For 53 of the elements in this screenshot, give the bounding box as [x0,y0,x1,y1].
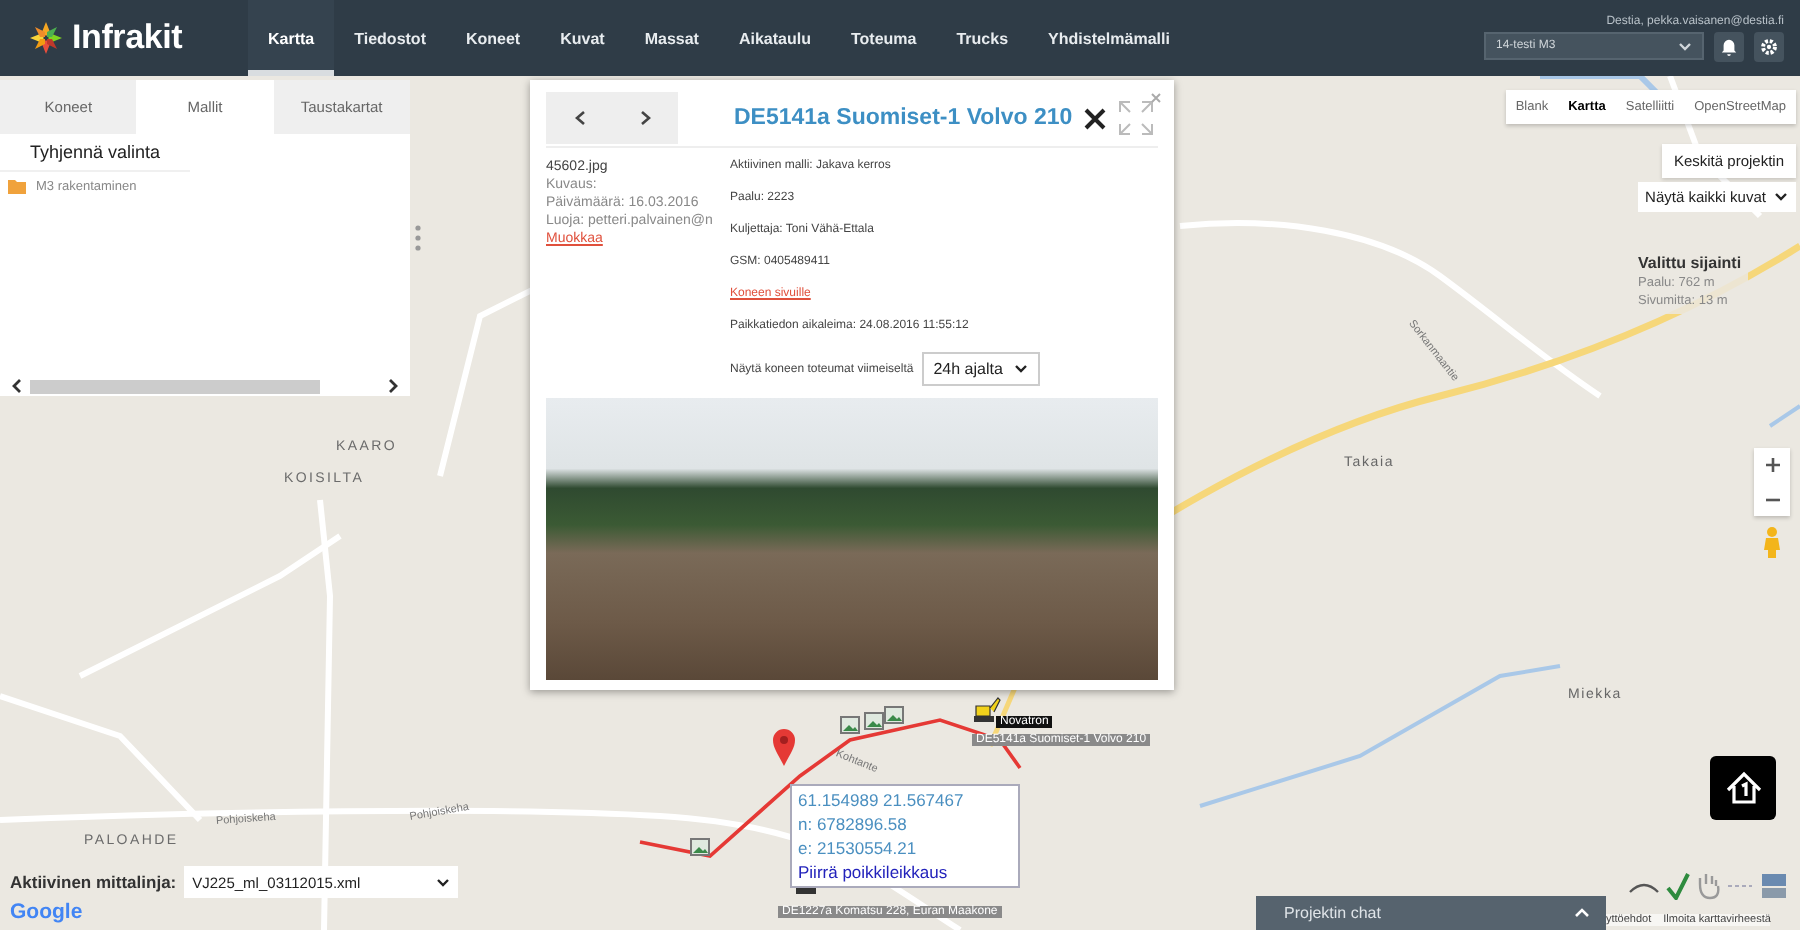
logo-icon [28,20,64,56]
drag-handle-icon[interactable] [414,224,422,252]
previous-icon[interactable] [573,110,585,126]
location-title: Valittu sijainti [1638,254,1742,272]
photo-marker-icon[interactable] [864,712,884,730]
chevron-up-icon[interactable] [1574,908,1590,918]
folder-icon [8,180,26,194]
app-logo: Infrakit [72,18,183,58]
plus-icon [1765,458,1779,472]
close-icon[interactable] [1084,107,1107,129]
caret-icon [1774,192,1788,202]
chat-title: Projektin chat [1284,904,1381,922]
excavator-icon[interactable] [970,692,1002,724]
caret-icon [436,877,451,887]
nav-tab[interactable]: Tiedostot [334,0,446,76]
layers-icon[interactable] [1760,872,1788,900]
scrollbar-thumb[interactable] [30,379,320,393]
scroll-left-icon[interactable] [12,378,22,394]
next-icon[interactable] [639,110,651,126]
photo-marker-icon[interactable] [884,706,904,724]
caret-icon [1678,41,1692,51]
cross-section-link[interactable]: Piirrä poikkileikkaus [798,862,1012,882]
nav-tab[interactable]: Kuvat [540,0,625,76]
minus-icon [1765,497,1779,501]
nav-tab[interactable]: Toteuma [830,0,937,76]
nav-tab[interactable]: Massat [624,0,719,76]
notification-button[interactable] [1714,31,1744,61]
nav-tab[interactable]: Yhdistelmämalli [1028,0,1190,76]
nav-tab[interactable]: Trucks [936,0,1029,76]
popup-title: DE5141a Suomiset-1 Volvo 210 [734,106,1073,130]
nav-tab[interactable]: Kartta [248,0,335,76]
clear-selection-button[interactable]: Tyhjennä valinta [0,134,191,172]
lat-lon-text: 61.154989 21.567467 [798,790,966,810]
history-select[interactable]: 24h ajalta [921,352,1041,386]
settings-icon [1760,37,1778,55]
road-profile-icon[interactable] [1628,878,1660,894]
caret-icon [1014,364,1029,374]
nav-tab[interactable]: Aikataulu [718,0,831,76]
nav-tab[interactable]: Koneet [445,0,541,76]
home-icon [1723,768,1763,808]
chat-bar[interactable]: Projektin chat [1256,896,1606,930]
location-pin-icon[interactable] [772,728,796,768]
home-button[interactable] [1710,756,1776,820]
measure-line-label: Aktiivinen mittalinja: [10,872,177,892]
photo-marker-icon[interactable] [690,838,710,856]
north-coordinate: n: 6782896.58 [798,814,909,834]
east-coordinate: e: 21530554.21 [798,838,919,858]
google-logo: Google [10,900,83,924]
photo-marker-icon[interactable] [840,716,860,734]
bell-icon [1720,37,1738,55]
scroll-right-icon[interactable] [388,378,398,394]
checkmark-icon[interactable] [1666,872,1690,900]
settings-button[interactable] [1754,31,1784,61]
